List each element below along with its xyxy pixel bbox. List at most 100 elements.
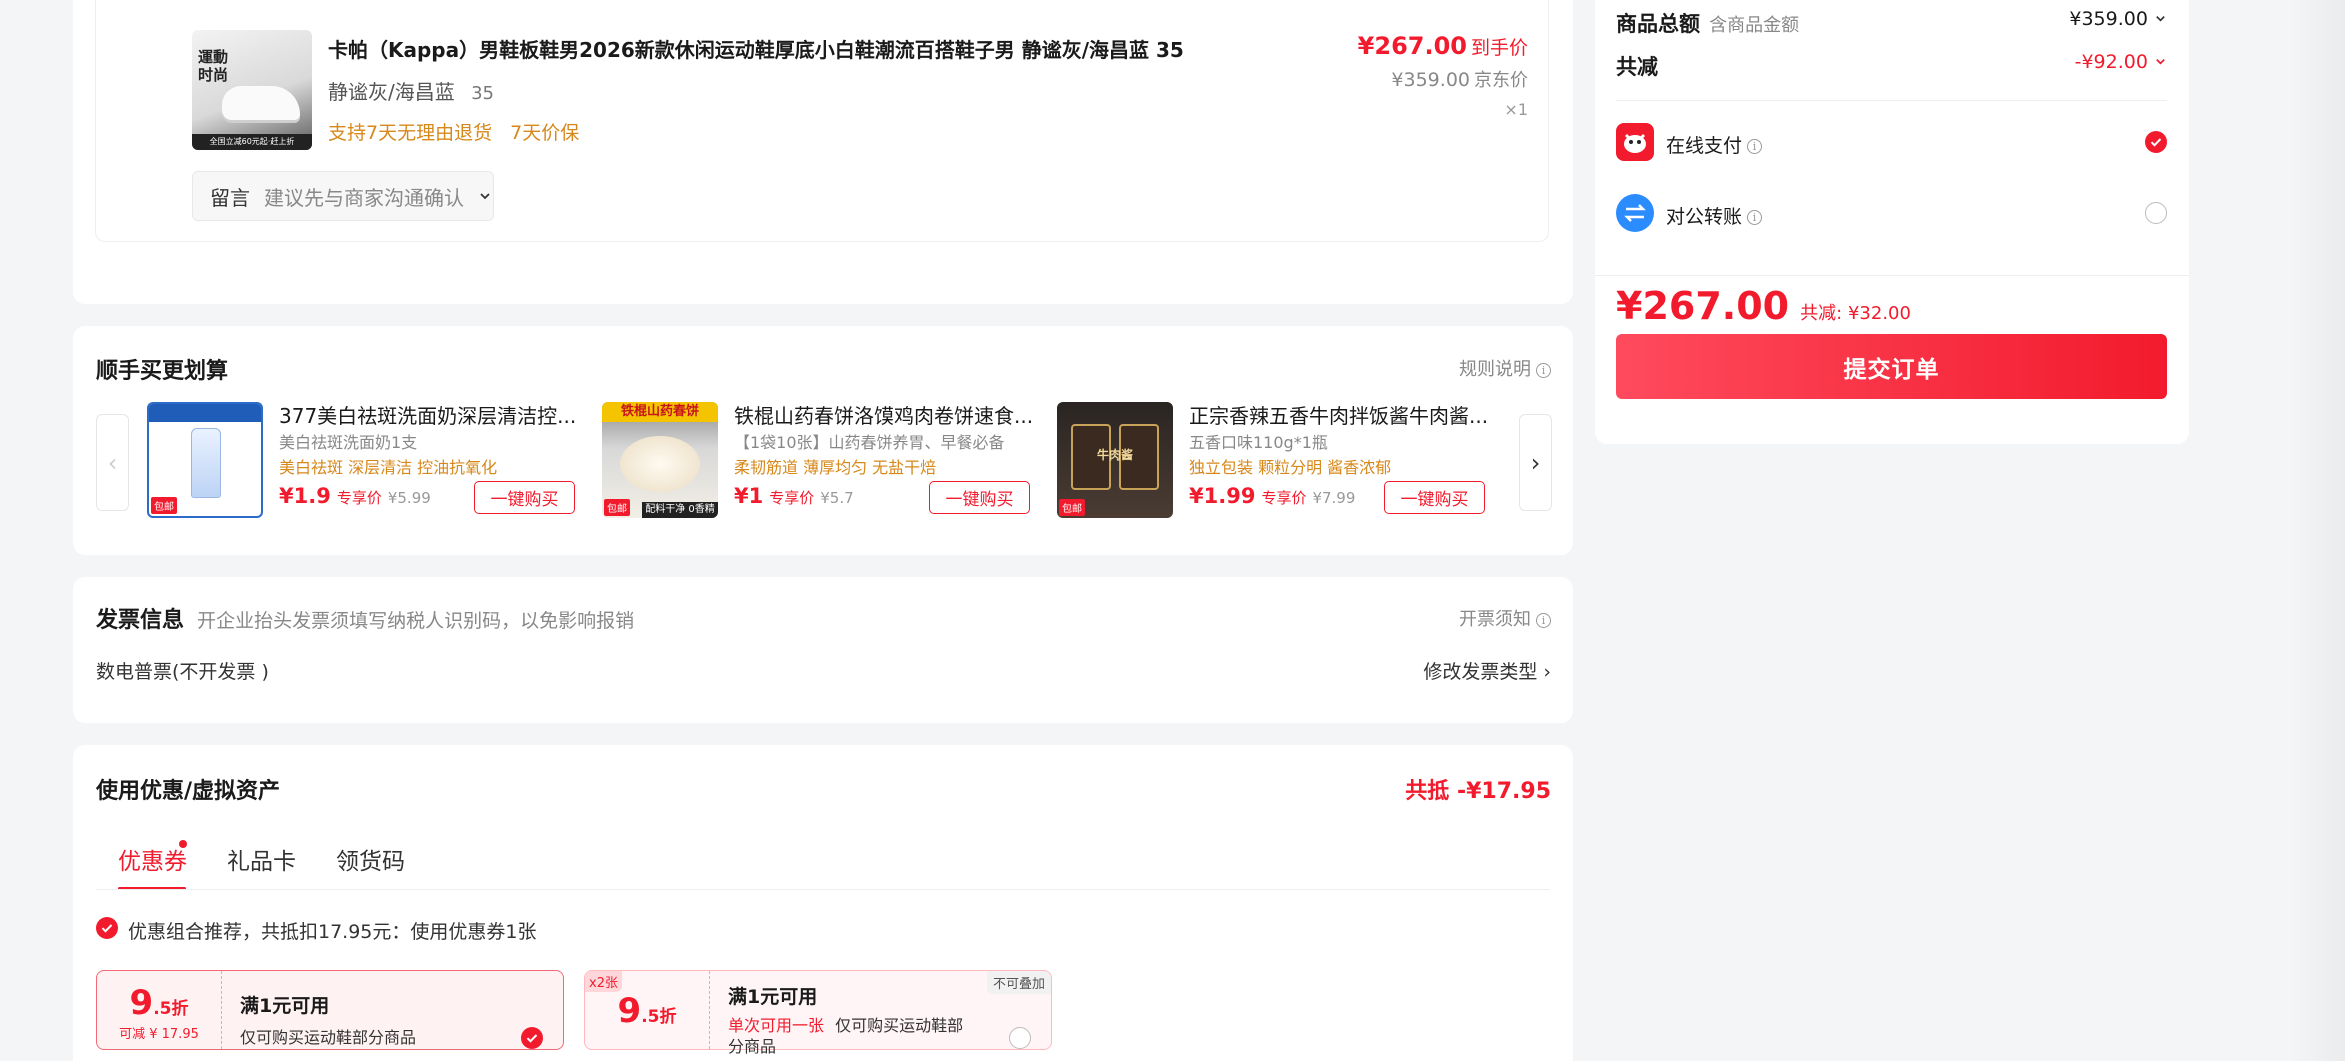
bundle-prev-button[interactable]: ‹ — [96, 414, 129, 511]
bundle-rules-link[interactable]: 规则说明 i — [1459, 355, 1551, 381]
bundle-price-exclusive: 专享价 — [769, 489, 815, 507]
tab-coupon[interactable]: 优惠券 — [118, 842, 187, 876]
bundle-item-image[interactable]: 牛肉酱 包邮 — [1057, 402, 1173, 518]
service-price-protect: 7天价保 — [510, 122, 580, 144]
invoice-notice-link[interactable]: 开票须知 i — [1459, 605, 1551, 631]
bundle-badge: 包邮 — [1059, 499, 1085, 516]
service-return: 支持7天无理由退货 — [328, 122, 493, 144]
reduce-label: 共减 — [1616, 55, 1658, 79]
product-qty: ×1 — [1504, 100, 1528, 119]
bundle-price-exclusive: 专享价 — [1261, 489, 1307, 507]
final-price: ¥267.00 — [1357, 32, 1467, 60]
bundle-item-tags: 美白祛斑 深层清洁 控油抗氧化 — [279, 458, 498, 477]
coupon-selected-icon[interactable] — [521, 1027, 543, 1049]
bundle-badge: 包邮 — [604, 499, 630, 516]
pay-transfer-label: 对公转账 — [1666, 206, 1743, 228]
chevron-down-icon — [478, 184, 492, 208]
product-thumbnail[interactable]: 運動 时尚 全国立减60元起·赶上折 — [192, 30, 312, 150]
spec-color: 静谧灰/海昌蓝 — [328, 80, 455, 104]
bundle-item-sub: 五香口味110g*1瓶 — [1189, 433, 1328, 452]
page-edge-shadow — [2290, 0, 2345, 1061]
bundle-item-price: ¥1.99 专享价 ¥7.99 — [1189, 484, 1355, 508]
summary-divider — [1595, 275, 2189, 276]
invoice-notice-label: 开票须知 — [1459, 609, 1531, 630]
bundle-img-text: 牛肉酱 — [1096, 448, 1133, 462]
bundle-price-orig: ¥5.99 — [387, 489, 431, 507]
product-inner-box: 運動 时尚 全国立减60元起·赶上折 卡帕（Kappa）男鞋板鞋男2026新款休… — [95, 0, 1549, 242]
bundle-price-orig: ¥5.7 — [820, 489, 854, 507]
pay-option-transfer[interactable]: 对公转账 i — [1616, 189, 2167, 237]
remark-label: 留言 — [210, 185, 250, 210]
modify-invoice-link[interactable]: 修改发票类型 › — [1423, 657, 1551, 684]
bundle-img-text-2: 配料干净 0香精 — [642, 502, 718, 518]
chevron-left-icon: ‹ — [107, 448, 118, 477]
bundle-title: 顺手买更划算 — [96, 359, 229, 384]
remark-placeholder: 建议先与商家沟通确认 — [264, 185, 464, 210]
product-spec: 静谧灰/海昌蓝 35 — [328, 76, 494, 105]
jd-pay-icon — [1616, 123, 1654, 161]
one-click-buy-button[interactable]: 一键购买 — [1384, 481, 1485, 514]
tab-pickup-code[interactable]: 领货码 — [336, 842, 405, 876]
bundle-price-value: ¥1.99 — [1189, 484, 1256, 508]
chevron-right-icon: › — [1530, 448, 1541, 477]
bundle-item-image[interactable]: 铁棍山药春饼 配料干净 0香精 包邮 — [602, 402, 718, 518]
final-price-label: 到手价 — [1470, 37, 1528, 59]
coupon-limit: 单次可用一张 — [728, 1016, 825, 1035]
invoice-type: 数电普票(不开发票 ) — [96, 661, 269, 683]
bundle-item-name[interactable]: 377美白祛斑洗面奶深层清洁控... — [279, 400, 576, 429]
bundle-item-image[interactable]: 包邮 — [147, 402, 263, 518]
info-icon: i — [1536, 362, 1551, 378]
pay-price: ¥267.00 — [1616, 284, 1790, 328]
total-label: 商品总额 — [1616, 12, 1700, 36]
coupon-item-title: 满1元可用 — [728, 986, 818, 1008]
bundle-item-name[interactable]: 铁棍山药春饼洛馍鸡肉卷饼速食... — [734, 400, 1033, 429]
coupon-discount-dec: .5折 — [641, 1007, 677, 1027]
bundle-price-value: ¥1 — [734, 484, 764, 508]
pay-transfer-radio[interactable] — [2145, 202, 2167, 224]
coupon-no-stack-tag: 不可叠加 — [986, 971, 1051, 994]
info-icon: i — [1536, 612, 1551, 628]
one-click-buy-button[interactable]: 一键购买 — [474, 481, 575, 514]
tab-divider — [96, 889, 1550, 890]
coupon-item[interactable]: x2张 不可叠加 9.5折 满1元可用 单次可用一张 仅可购买运动鞋部分商品 — [584, 970, 1052, 1056]
info-icon: i — [1747, 139, 1763, 154]
coupon-discount-main: 9 — [129, 983, 154, 1023]
coupon-item-desc: 仅可购买运动鞋部分商品 — [240, 1028, 417, 1047]
pancake-stack — [620, 436, 700, 492]
one-click-buy-button[interactable]: 一键购买 — [929, 481, 1030, 514]
pay-save: 共减: ¥32.00 — [1800, 303, 1911, 324]
bundle-price-value: ¥1.9 — [279, 484, 331, 508]
invoice-card: 发票信息 开企业抬头发票须填写纳税人识别码，以免影响报销 开票须知 i 数电普票(… — [73, 577, 1573, 723]
jd-price-label: 京东价 — [1474, 70, 1528, 91]
jd-price: ¥359.00 — [1391, 69, 1470, 91]
pay-online-selected-icon[interactable] — [2145, 131, 2167, 153]
bundle-badge: 包邮 — [151, 497, 177, 514]
coupon-save: 可减 ¥ 17.95 — [119, 1027, 199, 1042]
bundle-item-price: ¥1.9 专享价 ¥5.99 — [279, 484, 431, 508]
bundle-item-sub: 【1袋10张】山药春饼养胃、早餐必备 — [734, 433, 1005, 452]
total-value-dropdown[interactable]: ¥359.00 — [2069, 8, 2167, 30]
coupon-card: 使用优惠/虚拟资产 共抵 -¥17.95 优惠券 礼品卡 领货码 优惠组合推荐，… — [73, 745, 1573, 1061]
bundle-img-text: 铁棍山药春饼 — [602, 402, 718, 422]
coupon-item[interactable]: 9.5折 可减 ¥ 17.95 满1元可用 仅可购买运动鞋部分商品 — [96, 970, 564, 1050]
product-services: 支持7天无理由退货 7天价保 — [328, 118, 579, 145]
product-title[interactable]: 卡帕（Kappa）男鞋板鞋男2026新款休闲运动鞋厚底小白鞋潮流百搭鞋子男 静谧… — [328, 34, 1184, 63]
bundle-card: 顺手买更划算 规则说明 i ‹ › 包邮 377美白祛斑洗面奶深层清洁控... 美… — [73, 326, 1573, 555]
bundle-next-button[interactable]: › — [1519, 414, 1552, 511]
bundle-item-sub: 美白祛斑洗面奶1支 — [279, 433, 418, 452]
thumb-text-1: 運動 — [198, 48, 229, 66]
remark-dropdown[interactable]: 留言 建议先与商家沟通确认 — [192, 171, 494, 221]
pay-option-online[interactable]: 在线支付 i — [1616, 118, 2167, 166]
coupon-radio[interactable] — [1009, 1027, 1031, 1049]
product-card: 運動 时尚 全国立减60元起·赶上折 卡帕（Kappa）男鞋板鞋男2026新款休… — [73, 0, 1573, 304]
reduce-value-dropdown[interactable]: -¥92.00 — [2075, 51, 2167, 73]
chevron-down-icon — [2154, 51, 2167, 73]
tab-gift-card[interactable]: 礼品卡 — [227, 842, 296, 876]
recommend-check-icon[interactable] — [96, 917, 118, 939]
invoice-title: 发票信息 — [96, 608, 185, 633]
submit-order-button[interactable]: 提交订单 — [1616, 334, 2167, 399]
bundle-item-name[interactable]: 正宗香辣五香牛肉拌饭酱牛肉酱... — [1189, 400, 1488, 429]
pay-online-label: 在线支付 — [1666, 135, 1743, 157]
bundle-rules-label: 规则说明 — [1459, 359, 1531, 380]
total-sub: 含商品金额 — [1709, 15, 1800, 36]
